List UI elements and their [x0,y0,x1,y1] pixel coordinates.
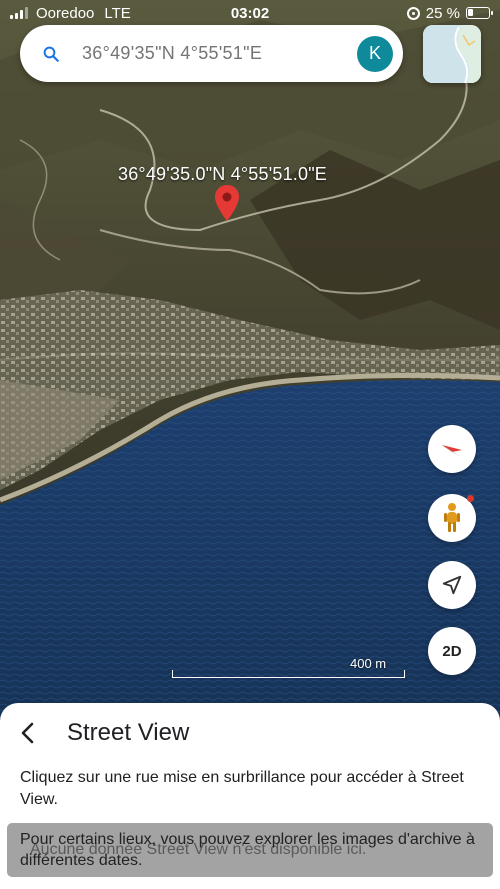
battery-level [468,9,473,16]
battery-icon [466,7,493,19]
notification-dot [467,495,474,502]
search-input[interactable] [82,43,357,64]
scale-bar [172,670,405,678]
sheet-description: Cliquez sur une rue mise en surbrillance… [20,769,464,808]
map-pin-icon[interactable] [215,185,239,221]
account-avatar[interactable]: K [357,35,393,72]
sheet-title: Street View [67,719,190,746]
status-bar: Ooredoo LTE 03:02 25 % [0,0,500,26]
pegman-icon [444,503,460,532]
scale-label: 400 m [350,656,387,671]
back-arrow-icon [21,722,34,744]
back-button[interactable] [12,717,44,749]
location-arrow-icon [442,575,462,595]
orientation-lock-icon [406,6,420,20]
search-icon[interactable] [42,45,60,63]
compass-button[interactable] [428,425,476,473]
status-time: 03:02 [230,4,270,22]
compass-icon [442,445,462,457]
signal-strength-icon [10,7,28,19]
my-location-button[interactable] [428,561,476,609]
view-mode-2d-button[interactable]: 2D [428,627,476,675]
toast-message: Pour certains lieux, vous pouvez explore… [20,831,475,869]
street-view-pegman-button[interactable] [428,494,476,542]
pin-coordinates-label: 36°49'35.0"N 4°55'51.0"E [118,164,327,184]
battery-percentage: 25 % [425,4,460,22]
carrier-name: Ooredoo [36,4,95,22]
network-type: LTE [104,4,131,22]
search-bar[interactable]: K [20,25,403,82]
map-type-thumbnail[interactable] [423,25,481,83]
